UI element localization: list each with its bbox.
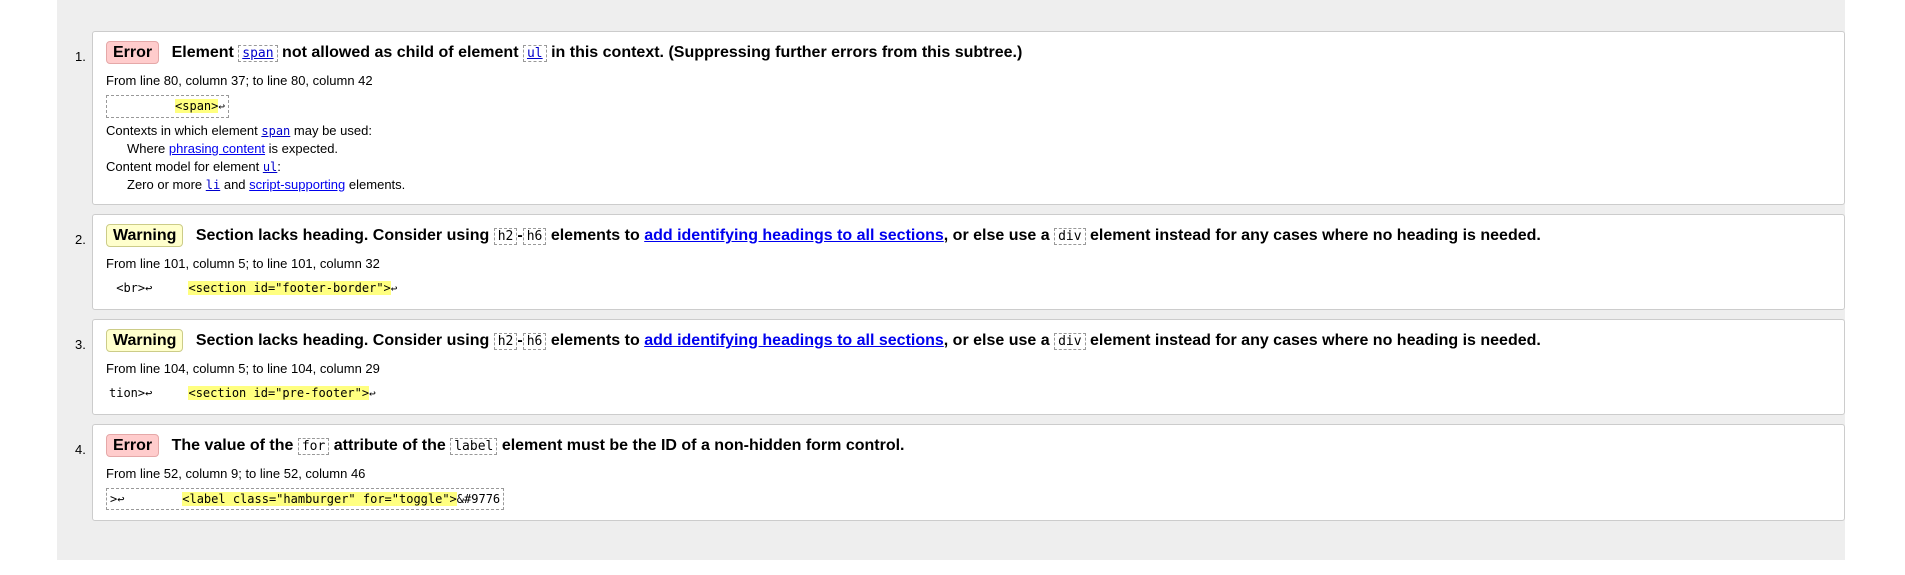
- extract-highlight: <section id="pre-footer">: [188, 386, 370, 400]
- where-suffix: is expected.: [268, 141, 339, 156]
- content-model-line: Content model for element ul:: [106, 158, 1832, 176]
- error-badge: Error: [106, 434, 160, 457]
- message-text: Error Element span not allowed as child …: [106, 41, 1832, 66]
- script-supporting-link[interactable]: script-supporting: [249, 177, 345, 192]
- extract-before: <br>↩: [109, 281, 189, 295]
- element-code: div: [1054, 228, 1086, 245]
- message-text-part: element instead for any cases where no h…: [1090, 332, 1541, 349]
- return-symbol: ↩: [390, 282, 398, 295]
- extract-after: &#9776: [456, 492, 501, 506]
- message-text-part: Section lacks heading. Consider using: [195, 227, 490, 244]
- error-badge: Error: [106, 41, 160, 64]
- zero-suffix: elements.: [348, 177, 406, 192]
- element-code: h6: [522, 333, 547, 350]
- colon: :: [277, 159, 281, 174]
- element-code: div: [1054, 333, 1086, 350]
- ul-element-link[interactable]: ul: [263, 160, 277, 174]
- element-code: for: [297, 438, 330, 455]
- and-word: and: [223, 177, 246, 192]
- contexts-label: Contexts in which element: [106, 123, 258, 138]
- span-element-link[interactable]: span: [242, 46, 273, 61]
- error-message: 4. Error The value of the for attribute …: [75, 424, 1845, 521]
- message-text-part: element must be the ID of a non-hidden f…: [501, 437, 905, 454]
- zero-or-more-line: Zero or more li and script-supporting el…: [106, 176, 1832, 194]
- message-number: 3.: [75, 337, 86, 352]
- extract-highlight: <section id="footer-border">: [188, 281, 391, 295]
- element-code: h2: [493, 333, 518, 350]
- headings-link[interactable]: add identifying headings to all sections: [644, 227, 944, 244]
- error-message: 1. Error Element span not allowed as chi…: [75, 31, 1845, 205]
- extract-before: tion>↩: [109, 386, 189, 400]
- contexts-line: Contexts in which element span may be us…: [106, 122, 1832, 140]
- element-code: label: [450, 438, 498, 455]
- results-panel: 1. Error Element span not allowed as chi…: [57, 0, 1845, 560]
- source-extract: <br>↩ <section id="footer-border">↩: [106, 278, 400, 299]
- source-location: From line 101, column 5; to line 101, co…: [106, 256, 380, 271]
- message-text-part: elements to: [550, 227, 640, 244]
- message-text-part: , or else use a: [943, 332, 1050, 349]
- message-number: 1.: [75, 49, 86, 64]
- extract-before: [110, 99, 175, 113]
- extract-highlight: <span>: [175, 99, 219, 113]
- where-line: Where phrasing content is expected.: [106, 140, 1832, 158]
- source-location: From line 80, column 37; to line 80, col…: [106, 73, 373, 88]
- warning-message: 2. Warning Section lacks heading. Consid…: [75, 214, 1845, 310]
- source-extract: <span>↩: [106, 95, 230, 118]
- source-location: From line 104, column 5; to line 104, co…: [106, 361, 380, 376]
- message-text-part: attribute of the: [333, 437, 446, 454]
- message-text-part: not allowed as child of element: [282, 44, 519, 61]
- message-text-part: Section lacks heading. Consider using: [195, 332, 490, 349]
- return-symbol: ↩: [218, 100, 226, 113]
- message-text-part: , or else use a: [943, 227, 1050, 244]
- dash: -: [517, 332, 523, 349]
- return-symbol: ↩: [369, 387, 376, 400]
- ul-element-link[interactable]: ul: [527, 46, 543, 61]
- results-list: 1. Error Element span not allowed as chi…: [57, 31, 1845, 530]
- source-location: From line 52, column 9; to line 52, colu…: [106, 466, 366, 481]
- message-text-part: in this context. (Suppressing further er…: [551, 44, 1023, 61]
- zero-prefix: Zero or more: [127, 177, 203, 192]
- message-number: 2.: [75, 232, 86, 247]
- source-extract: tion>↩ <section id="pre-footer">↩: [106, 383, 379, 404]
- phrasing-content-link[interactable]: phrasing content: [169, 141, 265, 156]
- span-element-link[interactable]: span: [261, 124, 290, 138]
- message-number: 4.: [75, 442, 86, 457]
- extract-highlight: <label class="hamburger" for="toggle">: [182, 492, 457, 506]
- element-code: ul: [522, 45, 547, 62]
- element-code: h6: [522, 228, 547, 245]
- message-text: Warning Section lacks heading. Consider …: [106, 224, 1832, 249]
- message-details: Contexts in which element span may be us…: [106, 122, 1832, 194]
- message-text-part: Element: [171, 44, 234, 61]
- dash: -: [517, 227, 523, 244]
- content-model-label: Content model for element: [106, 159, 260, 174]
- element-code: h2: [493, 228, 518, 245]
- headings-link[interactable]: add identifying headings to all sections: [644, 332, 944, 349]
- extract-before: >↩: [110, 492, 183, 506]
- warning-badge: Warning: [106, 329, 184, 352]
- source-extract: >↩ <label class="hamburger" for="toggle"…: [106, 488, 505, 510]
- warning-badge: Warning: [106, 224, 184, 247]
- warning-message: 3. Warning Section lacks heading. Consid…: [75, 319, 1845, 415]
- li-element-link[interactable]: li: [206, 178, 220, 192]
- message-text: Warning Section lacks heading. Consider …: [106, 329, 1832, 354]
- message-text: Error The value of the for attribute of …: [106, 434, 1832, 459]
- message-text-part: The value of the: [171, 437, 294, 454]
- where-prefix: Where: [127, 141, 166, 156]
- contexts-suffix: may be used:: [293, 123, 372, 138]
- element-code: span: [238, 45, 278, 62]
- message-text-part: element instead for any cases where no h…: [1090, 227, 1541, 244]
- message-text-part: elements to: [550, 332, 640, 349]
